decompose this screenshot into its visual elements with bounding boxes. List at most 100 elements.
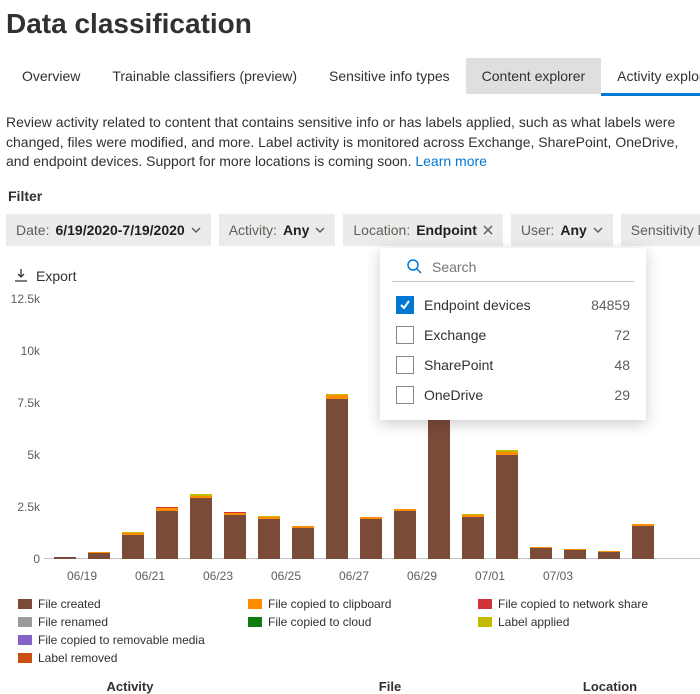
legend-swatch <box>248 599 262 609</box>
checkbox-icon[interactable] <box>396 326 414 344</box>
bar-segment <box>394 511 416 559</box>
x-tick: 06/19 <box>50 569 114 583</box>
legend-swatch <box>18 599 32 609</box>
tab-activity-explorer[interactable]: Activity explorer <box>601 58 700 94</box>
description-text: Review activity related to content that … <box>6 113 694 172</box>
legend-item[interactable]: Label removed <box>18 651 218 665</box>
checkbox-icon[interactable] <box>396 356 414 374</box>
legend-swatch <box>478 617 492 627</box>
bar-column[interactable] <box>594 551 624 559</box>
filter-location[interactable]: Location: Endpoint <box>343 214 502 246</box>
bar-column[interactable] <box>458 514 488 559</box>
tab-sensitive-info-types[interactable]: Sensitive info types <box>313 58 466 94</box>
bar-segment <box>326 399 348 559</box>
filter-bar: Date: 6/19/2020-7/19/2020 Activity: Any … <box>0 214 700 246</box>
bar-column[interactable] <box>254 516 284 559</box>
legend-item[interactable]: File copied to clipboard <box>248 597 448 611</box>
dropdown-search-input[interactable] <box>430 258 620 276</box>
bar-column[interactable] <box>50 557 80 559</box>
chevron-down-icon <box>315 225 325 235</box>
legend-swatch <box>18 653 32 663</box>
y-tick: 7.5k <box>0 396 40 410</box>
y-tick: 10k <box>0 344 40 358</box>
filter-user-label: User: <box>521 222 554 238</box>
legend-label: File copied to network share <box>498 597 648 611</box>
legend-label: File copied to clipboard <box>268 597 391 611</box>
download-icon <box>14 268 28 285</box>
filter-activity-value: Any <box>283 222 309 238</box>
filter-location-value: Endpoint <box>416 222 477 238</box>
filter-date-label: Date: <box>16 222 49 238</box>
filter-date[interactable]: Date: 6/19/2020-7/19/2020 <box>6 214 211 246</box>
bar-segment <box>632 526 654 559</box>
location-option-count: 84859 <box>591 297 630 313</box>
y-tick: 12.5k <box>0 292 40 306</box>
filter-activity-label: Activity: <box>229 222 277 238</box>
tab-trainable-classifiers[interactable]: Trainable classifiers (preview) <box>96 58 313 94</box>
bar-segment <box>496 455 518 559</box>
description-body: Review activity related to content that … <box>6 114 678 169</box>
bar-column[interactable] <box>186 494 216 559</box>
location-option-count: 29 <box>614 387 630 403</box>
filter-user[interactable]: User: Any <box>511 214 613 246</box>
legend-item[interactable]: File copied to cloud <box>248 615 448 629</box>
bar-column[interactable] <box>152 507 182 558</box>
filter-user-value: Any <box>560 222 586 238</box>
bar-column[interactable] <box>390 509 420 559</box>
bar-column[interactable] <box>560 549 590 558</box>
dropdown-search[interactable] <box>392 254 634 282</box>
legend-item[interactable]: File renamed <box>18 615 218 629</box>
legend-label: File copied to removable media <box>38 633 205 647</box>
bar-column[interactable] <box>322 394 352 559</box>
location-option-label: Exchange <box>424 327 604 343</box>
location-option-label: SharePoint <box>424 357 604 373</box>
bar-column[interactable] <box>526 547 556 559</box>
bar-column[interactable] <box>492 450 522 559</box>
bar-segment <box>598 552 620 559</box>
chart-legend: File created File renamed File copied to c… <box>0 589 700 665</box>
learn-more-link[interactable]: Learn more <box>415 153 487 169</box>
legend-item[interactable]: File created <box>18 597 218 611</box>
location-option[interactable]: Endpoint devices 84859 <box>380 290 646 320</box>
bar-segment <box>224 515 246 559</box>
legend-item[interactable]: File copied to removable media <box>18 633 218 647</box>
tab-overview[interactable]: Overview <box>6 58 96 94</box>
x-tick: 06/21 <box>118 569 182 583</box>
legend-item[interactable]: Label applied <box>478 615 678 629</box>
checkbox-icon[interactable] <box>396 386 414 404</box>
y-tick: 5k <box>0 448 40 462</box>
x-tick: 07/03 <box>526 569 590 583</box>
location-option[interactable]: OneDrive29 <box>380 380 646 410</box>
x-tick: 07/01 <box>458 569 522 583</box>
filter-activity[interactable]: Activity: Any <box>219 214 336 246</box>
bar-column[interactable] <box>356 517 386 559</box>
bar-segment <box>88 553 110 558</box>
legend-label: File copied to cloud <box>268 615 371 629</box>
bar-column[interactable] <box>84 552 114 559</box>
location-option[interactable]: SharePoint 48 <box>380 350 646 380</box>
close-icon[interactable] <box>483 222 493 238</box>
filter-sensitivity[interactable]: Sensitivity label: <box>621 214 700 246</box>
tab-content-explorer[interactable]: Content explorer <box>466 58 602 94</box>
chart-x-axis: 06/1906/2106/2306/2506/2706/2907/0107/03 <box>50 569 700 583</box>
checkbox-icon[interactable] <box>396 296 414 314</box>
bottom-label-location: Location <box>520 679 700 694</box>
location-dropdown: Endpoint devices84859Exchange72SharePoin… <box>380 248 646 420</box>
bar-segment <box>292 528 314 559</box>
bar-segment <box>462 517 484 559</box>
bar-column[interactable] <box>220 512 250 559</box>
filter-date-value: 6/19/2020-7/19/2020 <box>55 222 184 238</box>
legend-label: Label removed <box>38 651 117 665</box>
legend-item[interactable]: File copied to network share <box>478 597 678 611</box>
bar-segment <box>190 498 212 558</box>
bar-column[interactable] <box>118 532 148 559</box>
bar-column[interactable] <box>288 526 318 559</box>
location-option-count: 48 <box>614 357 630 373</box>
bar-segment <box>258 519 280 559</box>
x-tick: 06/29 <box>390 569 454 583</box>
bar-column[interactable] <box>628 524 658 559</box>
location-option-label: Endpoint devices <box>424 297 581 313</box>
bar-segment <box>564 550 586 558</box>
legend-swatch <box>18 617 32 627</box>
location-option[interactable]: Exchange72 <box>380 320 646 350</box>
